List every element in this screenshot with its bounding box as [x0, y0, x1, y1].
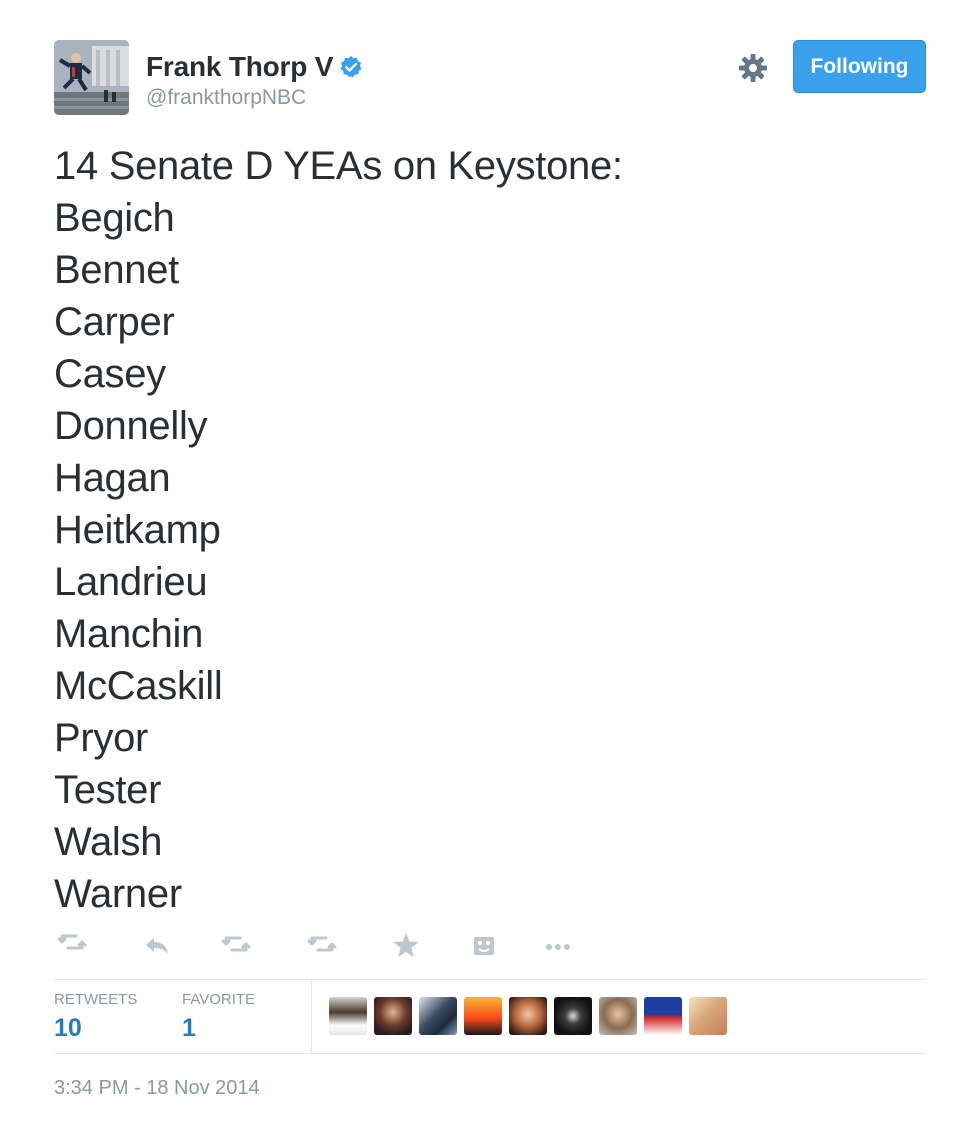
author-avatar[interactable] [54, 40, 129, 115]
tweet-text-line: Hagan [54, 456, 171, 500]
author-handle[interactable]: @frankthorpNBC [146, 86, 306, 110]
stats-vertical-divider [311, 980, 312, 1053]
tweet-text-line: Bennet [54, 248, 179, 292]
tweet-text-line: Walsh [54, 820, 163, 864]
verified-badge-icon [340, 56, 362, 78]
favoriter-avatar[interactable] [644, 997, 682, 1035]
tweet-timestamp[interactable]: 3:34 PM - 18 Nov 2014 [54, 1077, 260, 1100]
tweet-text-line: Donnelly [54, 404, 208, 448]
favoriter-avatar[interactable] [329, 997, 367, 1035]
author-display-name[interactable]: Frank Thorp V [146, 51, 333, 83]
tweet-text-line: Landrieu [54, 560, 208, 604]
favoriter-avatar[interactable] [374, 997, 412, 1035]
favoriter-avatar[interactable] [509, 997, 547, 1035]
more-icon[interactable] [542, 930, 574, 962]
stats-top-divider [54, 979, 926, 980]
retweets-label: RETWEETS [54, 991, 138, 1008]
favorites-count[interactable]: 1 [182, 1014, 196, 1043]
retweets-count[interactable]: 10 [54, 1014, 82, 1043]
favoriter-avatar[interactable] [554, 997, 592, 1035]
tweet-text-line: Warner [54, 872, 182, 916]
favorite-star-icon[interactable] [390, 930, 422, 962]
tweet-text: 14 Senate D YEAs on Keystone: Begich Benne… [54, 140, 623, 920]
favoriter-avatar[interactable] [419, 997, 457, 1035]
following-button[interactable]: Following [793, 40, 926, 93]
favorites-label: FAVORITE [182, 991, 256, 1008]
favoriter-avatar[interactable] [599, 997, 637, 1035]
tweet-text-heading-line: 14 Senate D YEAs on Keystone: [54, 144, 623, 188]
tweet-text-line: McCaskill [54, 664, 223, 708]
retweet-icon[interactable] [56, 928, 88, 960]
reply-icon[interactable] [142, 932, 174, 964]
tweet-text-line: Manchin [54, 612, 204, 656]
favoriter-avatar[interactable] [464, 997, 502, 1035]
gear-icon[interactable] [738, 53, 768, 83]
author-name-row[interactable]: Frank Thorp V [146, 51, 363, 83]
tweet-text-line: Heitkamp [54, 508, 221, 552]
retweet-icon[interactable] [306, 930, 338, 962]
tweet-text-line: Begich [54, 196, 175, 240]
tweet-text-line: Tester [54, 768, 162, 812]
tweet-text-line: Carper [54, 300, 175, 344]
favoriter-avatars [329, 997, 727, 1035]
photo-icon[interactable] [468, 930, 500, 962]
tweet-text-line: Pryor [54, 716, 149, 760]
avatar-photo [54, 40, 129, 115]
retweet-icon[interactable] [220, 930, 252, 962]
tweet-text-line: Casey [54, 352, 166, 396]
favoriter-avatar[interactable] [689, 997, 727, 1035]
stats-bottom-divider [54, 1053, 926, 1054]
